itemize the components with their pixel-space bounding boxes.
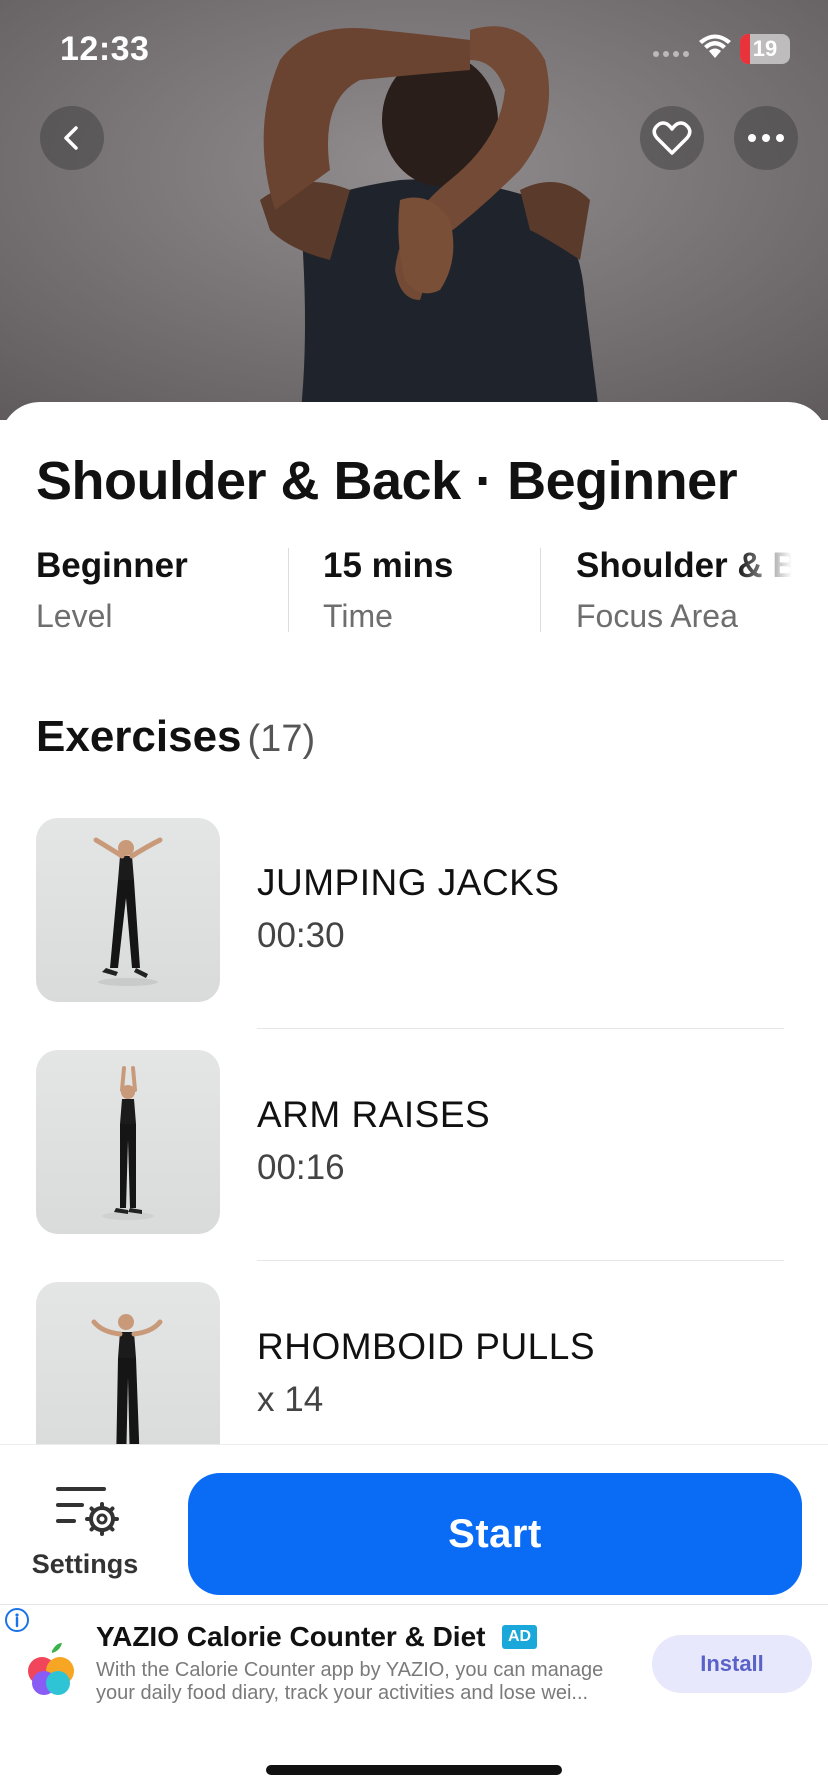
page-title: Shoulder & Back · Beginner — [36, 451, 738, 511]
exercises-heading: Exercises (17) — [36, 712, 315, 762]
signal-icon — [653, 51, 689, 57]
stat-time: 15 mins Time — [323, 546, 523, 656]
ad-description: With the Calorie Counter app by YAZIO, y… — [96, 1659, 646, 1705]
exercise-name: RHOMBOID PULLS — [257, 1326, 596, 1367]
stat-focus-area: Shoulder & Back Focus Area — [576, 546, 806, 656]
stat-level: Beginner Level — [36, 546, 266, 656]
status-time: 12:33 — [60, 30, 150, 68]
chevron-left-icon — [64, 126, 78, 150]
hero-image: 12:33 19 — [0, 0, 828, 420]
settings-label: Settings — [31, 1549, 139, 1579]
exercise-item-rhomboid-pulls[interactable]: RHOMBOID PULLS x 14 — [0, 1282, 828, 1444]
battery-icon: 19 — [740, 34, 790, 64]
exercise-name: JUMPING JACKS — [257, 862, 560, 903]
wifi-icon — [699, 34, 731, 58]
more-options-button[interactable] — [734, 106, 798, 170]
home-indicator — [266, 1765, 562, 1775]
ellipsis-icon — [748, 134, 784, 142]
stat-value: 15 mins — [323, 546, 454, 585]
settings-button[interactable]: Settings — [20, 1485, 150, 1585]
heart-icon — [652, 121, 692, 155]
back-button[interactable] — [40, 106, 104, 170]
exercise-item-arm-raises[interactable]: ARM RAISES 00:16 — [0, 1050, 828, 1282]
ad-description-line: With the Calorie Counter app by YAZIO, y… — [96, 1659, 604, 1681]
settings-gear-icon — [56, 1487, 119, 1536]
exercise-thumbnail — [36, 1282, 220, 1444]
exercise-name: ARM RAISES — [257, 1094, 491, 1135]
ad-badge: AD — [502, 1625, 538, 1649]
exercise-reps: x 14 — [257, 1380, 324, 1419]
ad-description-line: your daily food diary, track your activi… — [96, 1682, 589, 1704]
ad-banner[interactable]: YAZIO Calorie Counter & Diet AD With the… — [0, 1604, 828, 1724]
exercise-item-jumping-jacks[interactable]: JUMPING JACKS 00:30 — [0, 818, 828, 1050]
exercises-count: (17) — [247, 718, 316, 760]
favorite-button[interactable] — [640, 106, 704, 170]
exercises-title: Exercises — [36, 712, 242, 761]
ad-title: YAZIO Calorie Counter & Diet — [96, 1621, 486, 1652]
bottom-action-bar: Settings Start — [0, 1444, 828, 1604]
stat-divider — [540, 548, 541, 632]
battery-level: 19 — [752, 36, 778, 61]
info-icon[interactable] — [4, 1607, 30, 1633]
stat-value: Beginner — [36, 546, 188, 585]
install-button[interactable]: Install — [652, 1635, 812, 1693]
exercise-thumbnail — [36, 1050, 220, 1234]
stat-value: Shoulder & Back — [576, 546, 806, 585]
stat-label: Focus Area — [576, 598, 738, 634]
exercise-duration: 00:16 — [257, 1148, 345, 1187]
list-divider — [257, 1028, 784, 1029]
list-divider — [257, 1260, 784, 1261]
workout-stats: Beginner Level 15 mins Time Shoulder & B… — [0, 546, 828, 656]
exercise-duration: 00:30 — [257, 916, 345, 955]
start-button[interactable]: Start — [188, 1473, 802, 1595]
status-bar: 12:33 19 — [0, 0, 828, 100]
stat-label: Time — [323, 598, 393, 634]
app-logo-icon — [28, 1643, 74, 1695]
stat-divider — [288, 548, 289, 632]
workout-detail-sheet: Shoulder & Back · Beginner Beginner Leve… — [0, 402, 828, 1444]
stat-label: Level — [36, 598, 113, 634]
exercise-thumbnail — [36, 818, 220, 1002]
